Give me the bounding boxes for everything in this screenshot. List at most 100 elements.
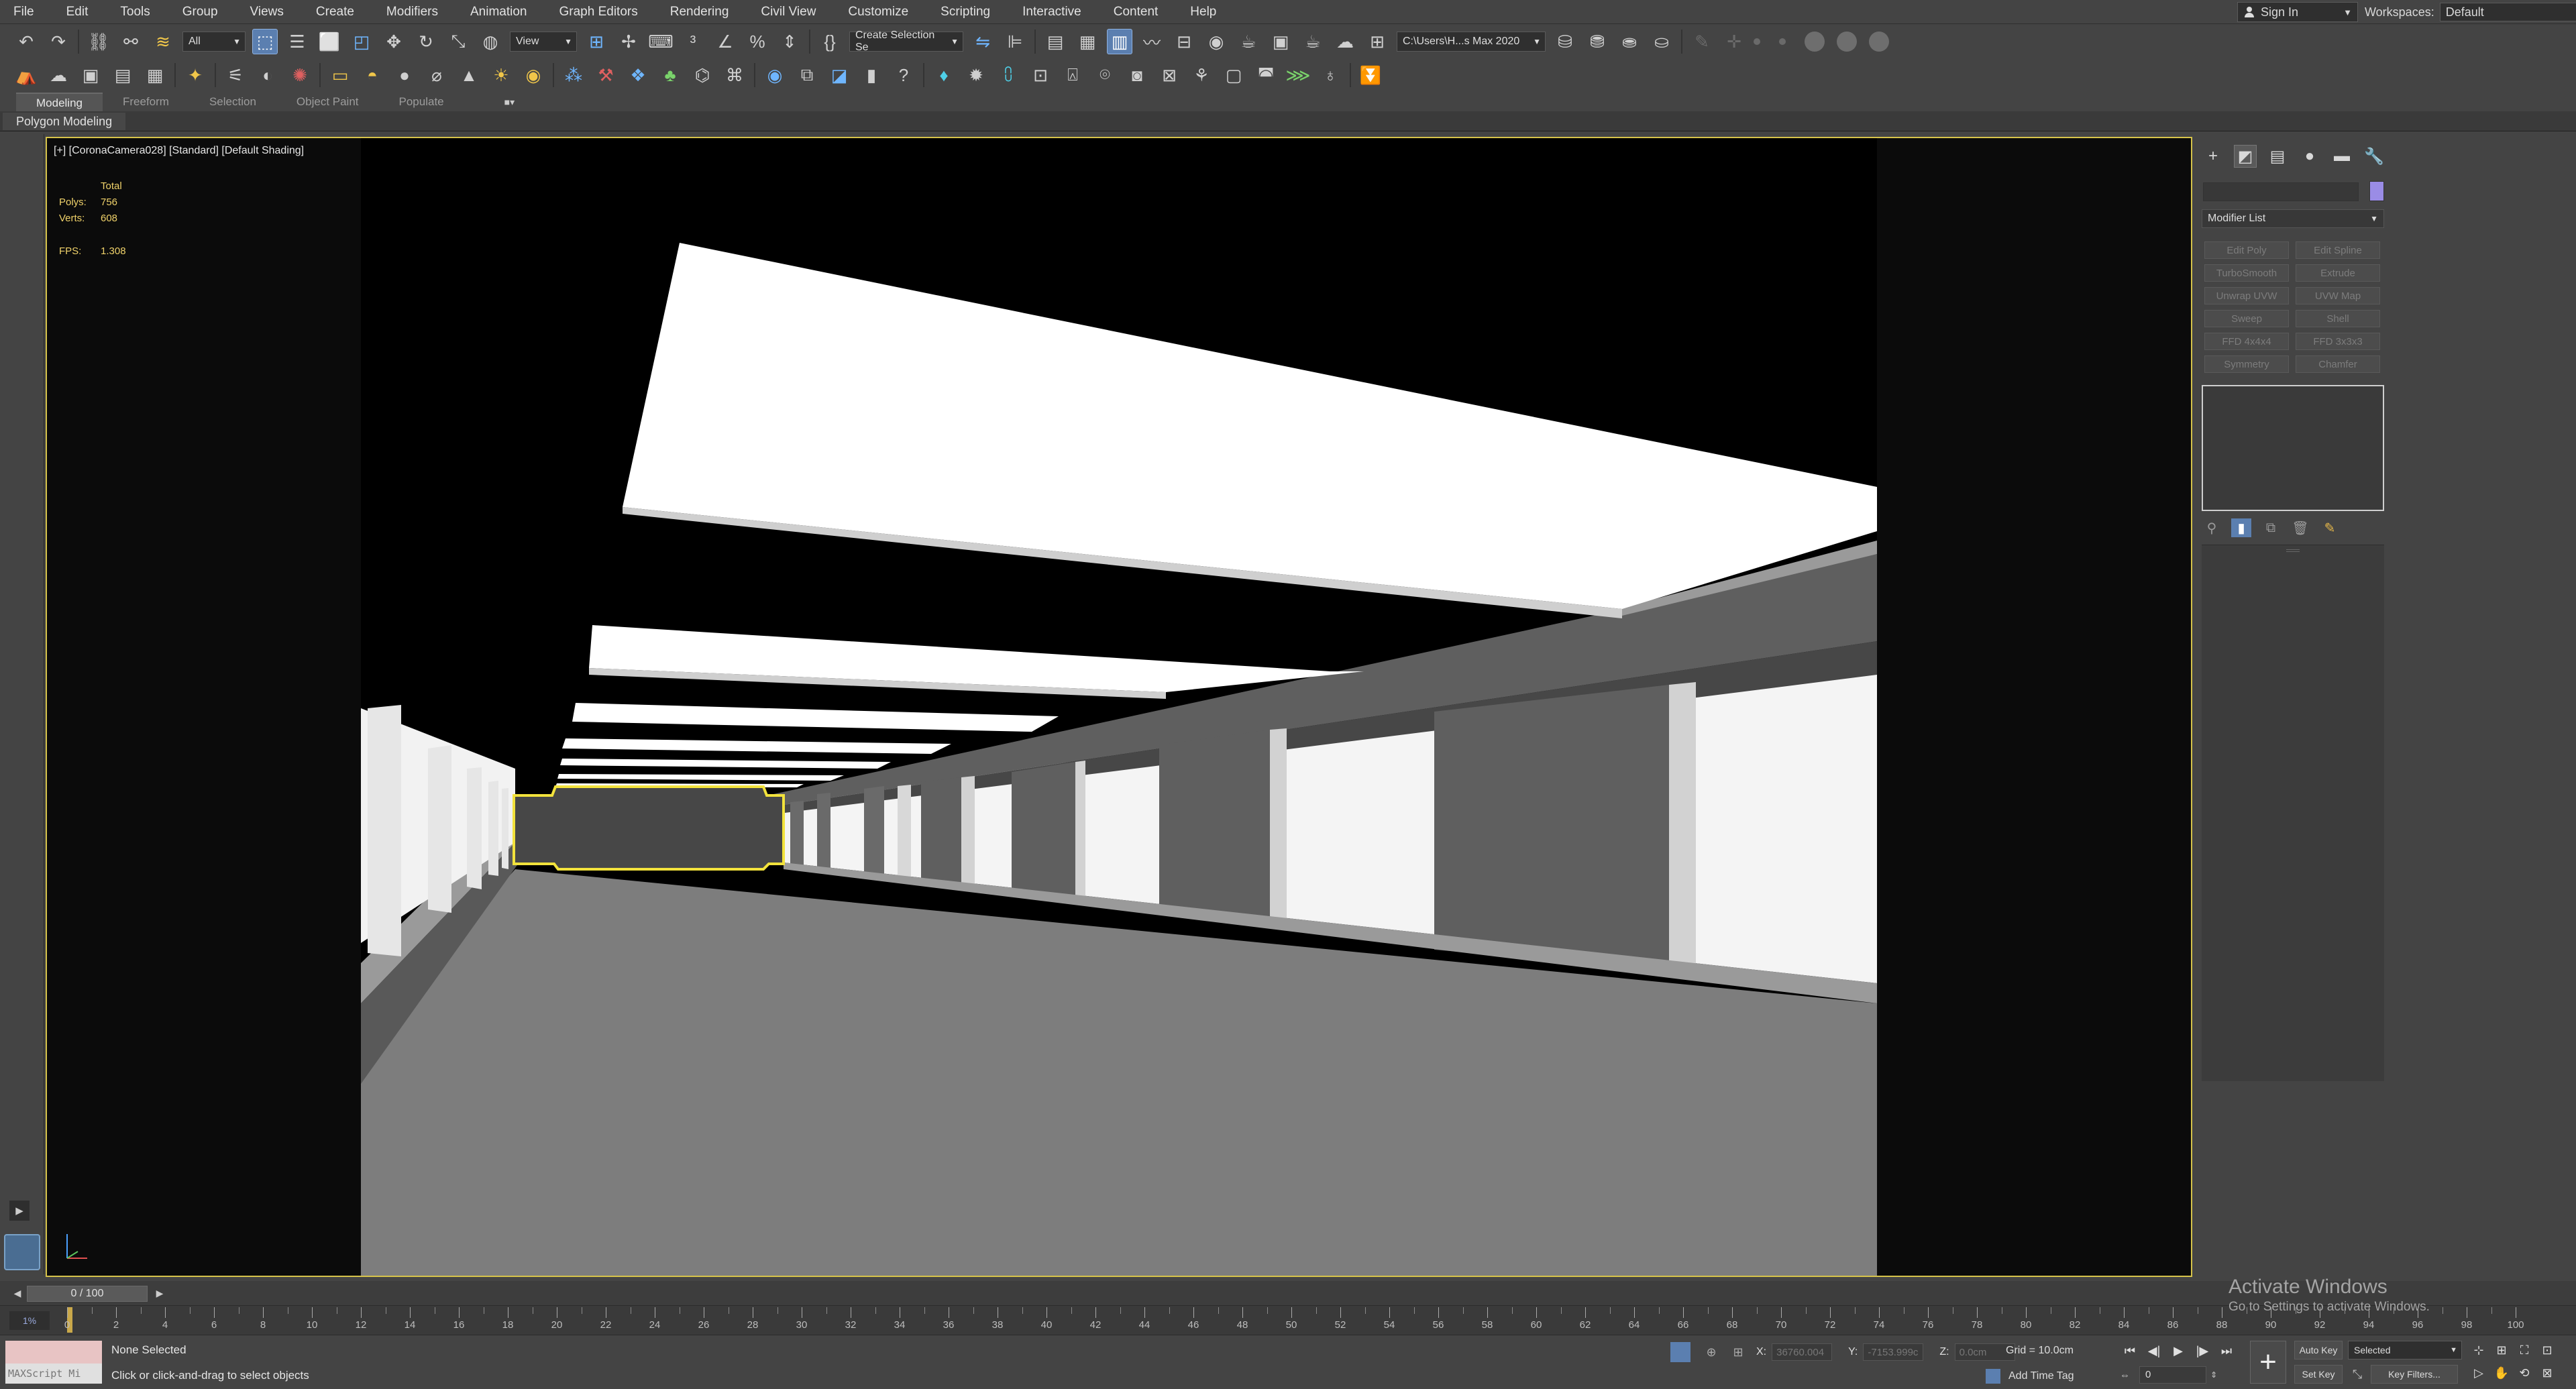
edit-spline-button[interactable]: Edit Spline: [2296, 241, 2380, 259]
ies-light-icon[interactable]: ▲: [456, 62, 482, 88]
make-unique-icon[interactable]: ⧉: [2261, 518, 2281, 537]
bind-space-warp-icon[interactable]: ≋: [150, 29, 176, 54]
asset-tracking-icon[interactable]: ⛂: [1617, 29, 1642, 54]
chamfer-button[interactable]: Chamfer: [2296, 355, 2380, 373]
utilities-tab-icon[interactable]: 🔧: [2363, 145, 2385, 168]
tab-selection[interactable]: Selection: [189, 93, 276, 111]
render-production-icon[interactable]: ☕: [1300, 29, 1326, 54]
object-color-swatch[interactable]: [2369, 181, 2384, 201]
menu-edit[interactable]: Edit: [50, 0, 105, 24]
window-crossing-icon[interactable]: ◰: [349, 29, 374, 54]
key-mode-dropdown[interactable]: Selected ▼: [2348, 1341, 2462, 1359]
menu-content[interactable]: Content: [1097, 0, 1175, 24]
align-icon[interactable]: ⊫: [1002, 29, 1028, 54]
menu-help[interactable]: Help: [1174, 0, 1232, 24]
edit-named-selection-icon[interactable]: {}: [817, 29, 843, 54]
cloud-icon[interactable]: ☁: [46, 62, 71, 88]
fur-icon[interactable]: ⚒: [593, 62, 619, 88]
plane-light-icon[interactable]: ▭: [327, 62, 353, 88]
hierarchy-tab-icon[interactable]: ▤: [2266, 145, 2289, 168]
vray-ies-icon[interactable]: ⍓: [1060, 62, 1085, 88]
select-manipulate-icon[interactable]: ✢: [616, 29, 641, 54]
key-filter-icon[interactable]: ⤡: [2348, 1365, 2367, 1384]
previous-frame-icon[interactable]: ◀|: [2144, 1341, 2164, 1361]
mesh-light-icon[interactable]: ⌀: [424, 62, 449, 88]
zoom-icon[interactable]: ⊹: [2469, 1341, 2489, 1359]
layer-explorer-icon[interactable]: ▦: [1075, 29, 1100, 54]
volume-icon[interactable]: ❖: [625, 62, 651, 88]
viewport-label[interactable]: [+] [CoronaCamera028] [Standard] [Defaul…: [54, 145, 304, 157]
material-editor-icon[interactable]: ◉: [1203, 29, 1229, 54]
previous-frame-arrow-icon[interactable]: ◀: [9, 1285, 25, 1301]
reference-coordinate-dropdown[interactable]: View ▼: [510, 32, 577, 52]
spinner-icon[interactable]: ⇕: [2210, 1370, 2217, 1380]
tab-modeling[interactable]: Modeling: [16, 93, 103, 111]
maxscript-mini-listener[interactable]: MAXScript Mi: [5, 1364, 102, 1384]
snaps-toggle-icon[interactable]: ³: [680, 29, 706, 54]
vray-sphere-icon[interactable]: ⌾: [1092, 62, 1118, 88]
mini-curve-editor-toggle[interactable]: 1%: [9, 1311, 50, 1330]
hair-icon[interactable]: ⚟: [223, 62, 248, 88]
link-icon[interactable]: ⛓: [86, 29, 111, 54]
menu-animation[interactable]: Animation: [454, 0, 543, 24]
curve-editor-icon[interactable]: 〰: [1139, 29, 1165, 54]
play-icon[interactable]: ▶: [2168, 1341, 2188, 1361]
angle-snap-icon[interactable]: ∠: [712, 29, 738, 54]
sweep-button[interactable]: Sweep: [2204, 310, 2289, 327]
table-icon[interactable]: ▦: [142, 62, 168, 88]
converter-icon[interactable]: ⧉: [794, 62, 820, 88]
polygon-modeling-panel[interactable]: Polygon Modeling: [3, 113, 126, 130]
vray-fur-icon[interactable]: ⚘: [1189, 62, 1214, 88]
project-folder-dropdown[interactable]: C:\Users\H...s Max 2020 ▼: [1397, 32, 1546, 52]
select-by-name-icon[interactable]: ☰: [284, 29, 310, 54]
sun-icon[interactable]: ☀: [488, 62, 514, 88]
create-tab-icon[interactable]: +: [2202, 145, 2224, 168]
a360-gallery-icon[interactable]: ⊞: [1364, 29, 1390, 54]
decal-icon[interactable]: ⌬: [690, 62, 715, 88]
set-keys-button[interactable]: +: [2250, 1341, 2286, 1384]
next-frame-icon[interactable]: |▶: [2192, 1341, 2212, 1361]
edit-poly-button[interactable]: Edit Poly: [2204, 241, 2289, 259]
schematic-view-icon[interactable]: ⊟: [1171, 29, 1197, 54]
dome-light-icon[interactable]: ◓: [360, 62, 385, 88]
help-icon[interactable]: ?: [891, 62, 916, 88]
menu-interactive[interactable]: Interactive: [1006, 0, 1097, 24]
menu-tools[interactable]: Tools: [104, 0, 166, 24]
symmetry-button[interactable]: Symmetry: [2204, 355, 2289, 373]
maximize-viewport-icon[interactable]: ⊠: [2537, 1364, 2557, 1382]
sphere-light-icon[interactable]: ●: [392, 62, 417, 88]
menu-customize[interactable]: Customize: [832, 0, 924, 24]
ambient-light-icon[interactable]: ◉: [521, 62, 546, 88]
zoom-all-icon[interactable]: ⊞: [2491, 1341, 2512, 1359]
crosshair-icon[interactable]: ✛: [1721, 29, 1747, 54]
tab-object-paint[interactable]: Object Paint: [276, 93, 379, 111]
circle-button[interactable]: [1837, 32, 1857, 52]
named-selection-set-dropdown[interactable]: Create Selection Se ▼: [849, 30, 963, 53]
menu-file[interactable]: File: [0, 0, 50, 24]
menu-graph-editors[interactable]: Graph Editors: [543, 0, 654, 24]
vray-sun-icon[interactable]: ✹: [963, 62, 989, 88]
auto-key-button[interactable]: Auto Key: [2294, 1341, 2343, 1359]
open-explorer-icon[interactable]: ⛃: [1585, 29, 1610, 54]
project-settings-icon[interactable]: ⛀: [1649, 29, 1674, 54]
expand-arrow-icon[interactable]: ▶: [9, 1201, 30, 1221]
mesh-icon[interactable]: ◐: [255, 62, 280, 88]
select-and-rotate-icon[interactable]: ↻: [413, 29, 439, 54]
go-to-start-icon[interactable]: ⏮: [2120, 1341, 2140, 1361]
show-end-result-icon[interactable]: ▮: [2231, 518, 2251, 537]
redo-icon[interactable]: ↷: [46, 29, 71, 54]
resize-grip[interactable]: [2286, 549, 2300, 552]
scatter-plant-icon[interactable]: ♣: [657, 62, 683, 88]
circle-button[interactable]: [1869, 32, 1889, 52]
double-chevron-down-icon[interactable]: ⏬: [1358, 62, 1383, 88]
turbosmooth-button[interactable]: TurboSmooth: [2204, 264, 2289, 282]
menu-scripting[interactable]: Scripting: [924, 0, 1006, 24]
scene-explorer-icon[interactable]: ▤: [1042, 29, 1068, 54]
add-time-tag-button[interactable]: Add Time Tag: [1986, 1369, 2074, 1384]
ribbon-toggle-icon[interactable]: ▥: [1107, 29, 1132, 54]
undo-icon[interactable]: ↶: [13, 29, 39, 54]
import-icon[interactable]: ▣: [78, 62, 103, 88]
pivot-center-icon[interactable]: ⊞: [584, 29, 609, 54]
render-setup-icon[interactable]: ☕: [1236, 29, 1261, 54]
selected-back-wall[interactable]: [513, 785, 785, 871]
